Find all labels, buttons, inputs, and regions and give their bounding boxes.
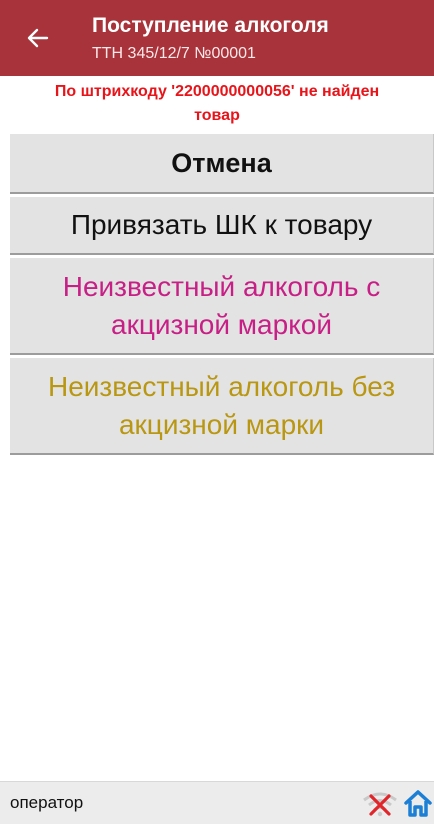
status-footer: оператор: [0, 781, 434, 824]
excise-button-label-line2: акцизной маркой: [111, 308, 332, 340]
error-message-line1: По штрихкоду '2200000000056' не найден: [54, 83, 380, 100]
excise-button-label-line1: Неизвестный алкоголь с: [62, 270, 381, 302]
unknown-alcohol-with-excise-button[interactable]: Неизвестный алкоголь с акцизной маркой: [10, 258, 434, 355]
app-header: Поступление алкоголя ТТН 345/12/7 №00001: [0, 0, 434, 76]
error-message-line2: товар: [194, 107, 240, 124]
cancel-button-label: Отмена: [171, 148, 272, 178]
unknown-alcohol-without-excise-button[interactable]: Неизвестный алкоголь без акцизной марки: [10, 358, 434, 455]
operator-label: оператор: [10, 793, 84, 812]
cancel-button[interactable]: Отмена: [10, 134, 434, 194]
noexcise-button-label-line1: Неизвестный алкоголь без: [47, 370, 396, 402]
home-icon[interactable]: [403, 788, 433, 818]
back-button[interactable]: [22, 22, 54, 54]
bind-barcode-button-label: Привязать ШК к товару: [70, 209, 373, 240]
error-message: По штрихкоду '2200000000056' не найден т…: [10, 80, 424, 128]
arrow-left-icon: [27, 28, 49, 48]
wifi-off-icon: [363, 792, 397, 817]
bind-barcode-button[interactable]: Привязать ШК к товару: [10, 197, 434, 255]
noexcise-button-label-line2: акцизной марки: [118, 408, 325, 440]
page-subtitle: ТТН 345/12/7 №00001: [92, 45, 256, 62]
page-title: Поступление алкоголя: [92, 14, 329, 37]
